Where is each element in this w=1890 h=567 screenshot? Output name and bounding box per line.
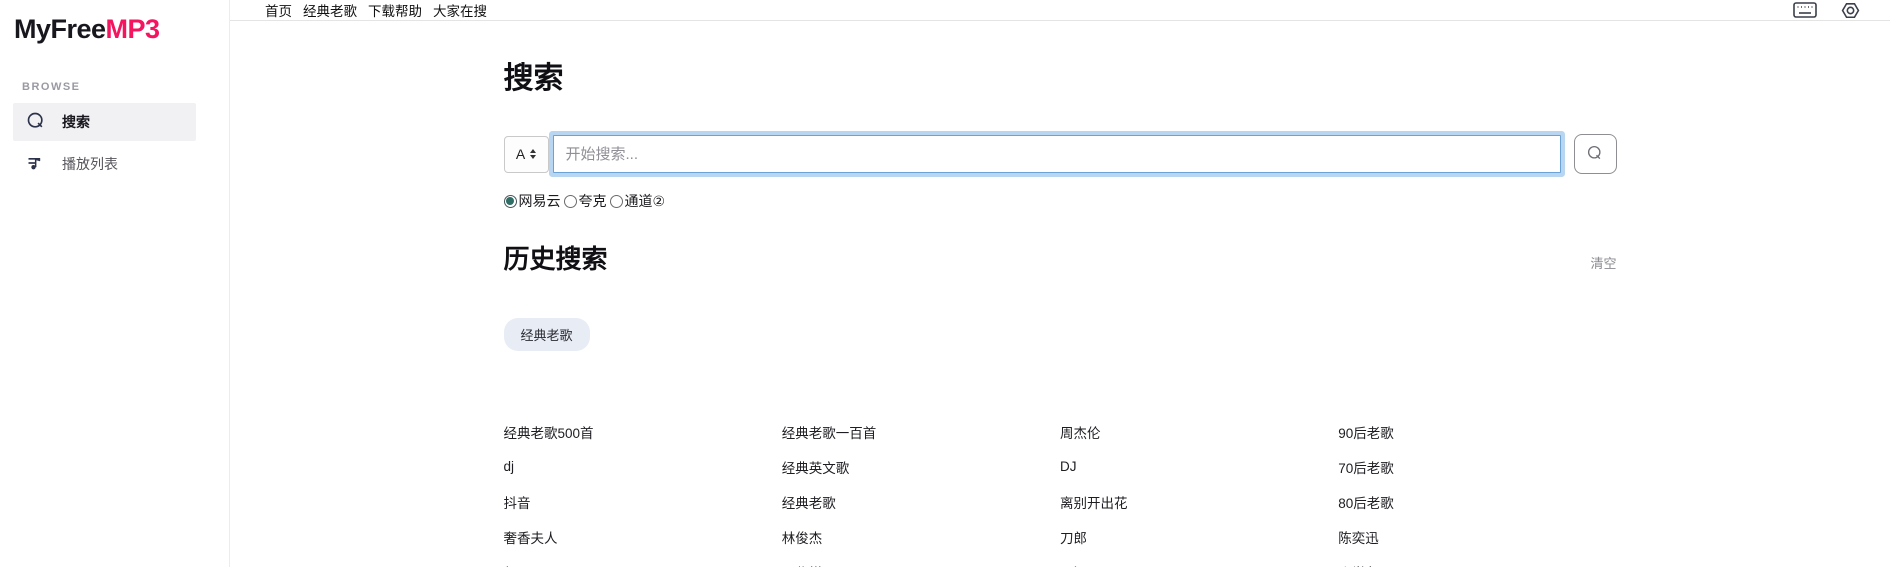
keyboard-icon[interactable]: [1793, 2, 1817, 18]
hot-search-item[interactable]: 离别开出花: [1060, 484, 1338, 519]
logo-suffix: MP3: [106, 14, 160, 44]
hot-search-item[interactable]: 周深: [1060, 554, 1338, 567]
source-label: 网易云: [519, 191, 561, 211]
hot-search-item[interactable]: 抖音: [504, 484, 782, 519]
hot-search-item[interactable]: 经典英文歌: [782, 449, 1060, 484]
history-tags: 经典老歌: [504, 318, 1617, 351]
nav-link-classic-songs[interactable]: 经典老歌: [303, 0, 357, 20]
search-button[interactable]: [1574, 134, 1617, 174]
clear-history-button[interactable]: 清空: [1590, 253, 1616, 276]
history-header: 历史搜索 清空: [504, 239, 1617, 276]
playlist-icon: [26, 153, 46, 176]
sidebar-section-label: BROWSE: [22, 81, 229, 93]
top-nav-links: 首页 经典老歌 下载帮助 大家在搜: [265, 0, 487, 20]
nav-link-home[interactable]: 首页: [265, 0, 292, 20]
radio-icon[interactable]: [564, 195, 577, 208]
sidebar-item-playlist[interactable]: 播放列表: [13, 145, 196, 183]
top-navigation-bar: 首页 经典老歌 下载帮助 大家在搜: [230, 0, 1890, 21]
select-arrows-icon: [530, 149, 536, 159]
hot-search-item[interactable]: 奢香夫人: [504, 519, 782, 554]
hot-search-item[interactable]: 70后老歌: [1338, 449, 1616, 484]
logo-prefix: MyFree: [14, 14, 106, 44]
hot-search-item[interactable]: 邓紫棋: [782, 554, 1060, 567]
search-bar: A: [504, 134, 1617, 174]
source-option-quark[interactable]: 夸克: [564, 191, 607, 211]
sidebar-item-label: 播放列表: [62, 154, 118, 174]
source-label: 夸克: [579, 191, 607, 211]
search-input[interactable]: [553, 135, 1561, 173]
hot-search-item[interactable]: 经典老歌一百首: [782, 414, 1060, 449]
source-options: 网易云 夸克 通道②: [504, 191, 1617, 211]
hot-search-item[interactable]: DJ: [1060, 449, 1338, 484]
sidebar-item-label: 搜索: [62, 112, 90, 132]
nav-link-download-help[interactable]: 下载帮助: [368, 0, 422, 20]
nav-link-trending[interactable]: 大家在搜: [433, 0, 487, 20]
radio-icon[interactable]: [610, 195, 623, 208]
source-label: 通道②: [625, 191, 666, 211]
content-column: 搜索 A 网易云: [504, 21, 1617, 567]
history-tag[interactable]: 经典老歌: [504, 318, 590, 351]
hot-search-item[interactable]: 周杰伦: [1060, 414, 1338, 449]
hot-search-item[interactable]: 经典老歌: [782, 484, 1060, 519]
sidebar-item-search[interactable]: 搜索: [13, 103, 196, 141]
magnifier-icon: [1586, 144, 1604, 165]
gear-icon[interactable]: [1841, 1, 1860, 20]
radio-selected-icon[interactable]: [504, 195, 517, 208]
hot-search-item[interactable]: dj: [504, 449, 782, 484]
hot-search-item[interactable]: 经典老歌500首: [504, 414, 782, 449]
hot-search-item[interactable]: 陈奕迅: [1338, 519, 1616, 554]
search-icon: [26, 111, 46, 134]
engine-select-value: A: [516, 146, 525, 162]
hot-search-item[interactable]: 林俊杰: [782, 519, 1060, 554]
engine-select[interactable]: A: [504, 136, 549, 173]
hot-search-item[interactable]: 80后老歌: [1338, 484, 1616, 519]
main-area: 首页 经典老歌 下载帮助 大家在搜: [230, 0, 1890, 567]
app-window: MyFreeMP3 BROWSE 搜索 播放列表: [0, 0, 1890, 567]
hot-search-item[interactable]: 90后老歌: [1338, 414, 1616, 449]
hot-searches-grid: 经典老歌500首 经典老歌一百首 周杰伦 90后老歌 dj 经典英文歌 DJ 7…: [504, 414, 1617, 567]
source-option-netease[interactable]: 网易云: [504, 191, 561, 211]
hot-search-item[interactable]: 张学友: [1338, 554, 1616, 567]
source-option-channel2[interactable]: 通道②: [610, 191, 666, 211]
sidebar: MyFreeMP3 BROWSE 搜索 播放列表: [0, 0, 230, 567]
app-logo[interactable]: MyFreeMP3: [0, 0, 229, 45]
page-title: 搜索: [504, 53, 1617, 97]
hot-search-item[interactable]: 赵雷: [504, 554, 782, 567]
history-title: 历史搜索: [504, 239, 608, 276]
hot-search-item[interactable]: 刀郎: [1060, 519, 1338, 554]
